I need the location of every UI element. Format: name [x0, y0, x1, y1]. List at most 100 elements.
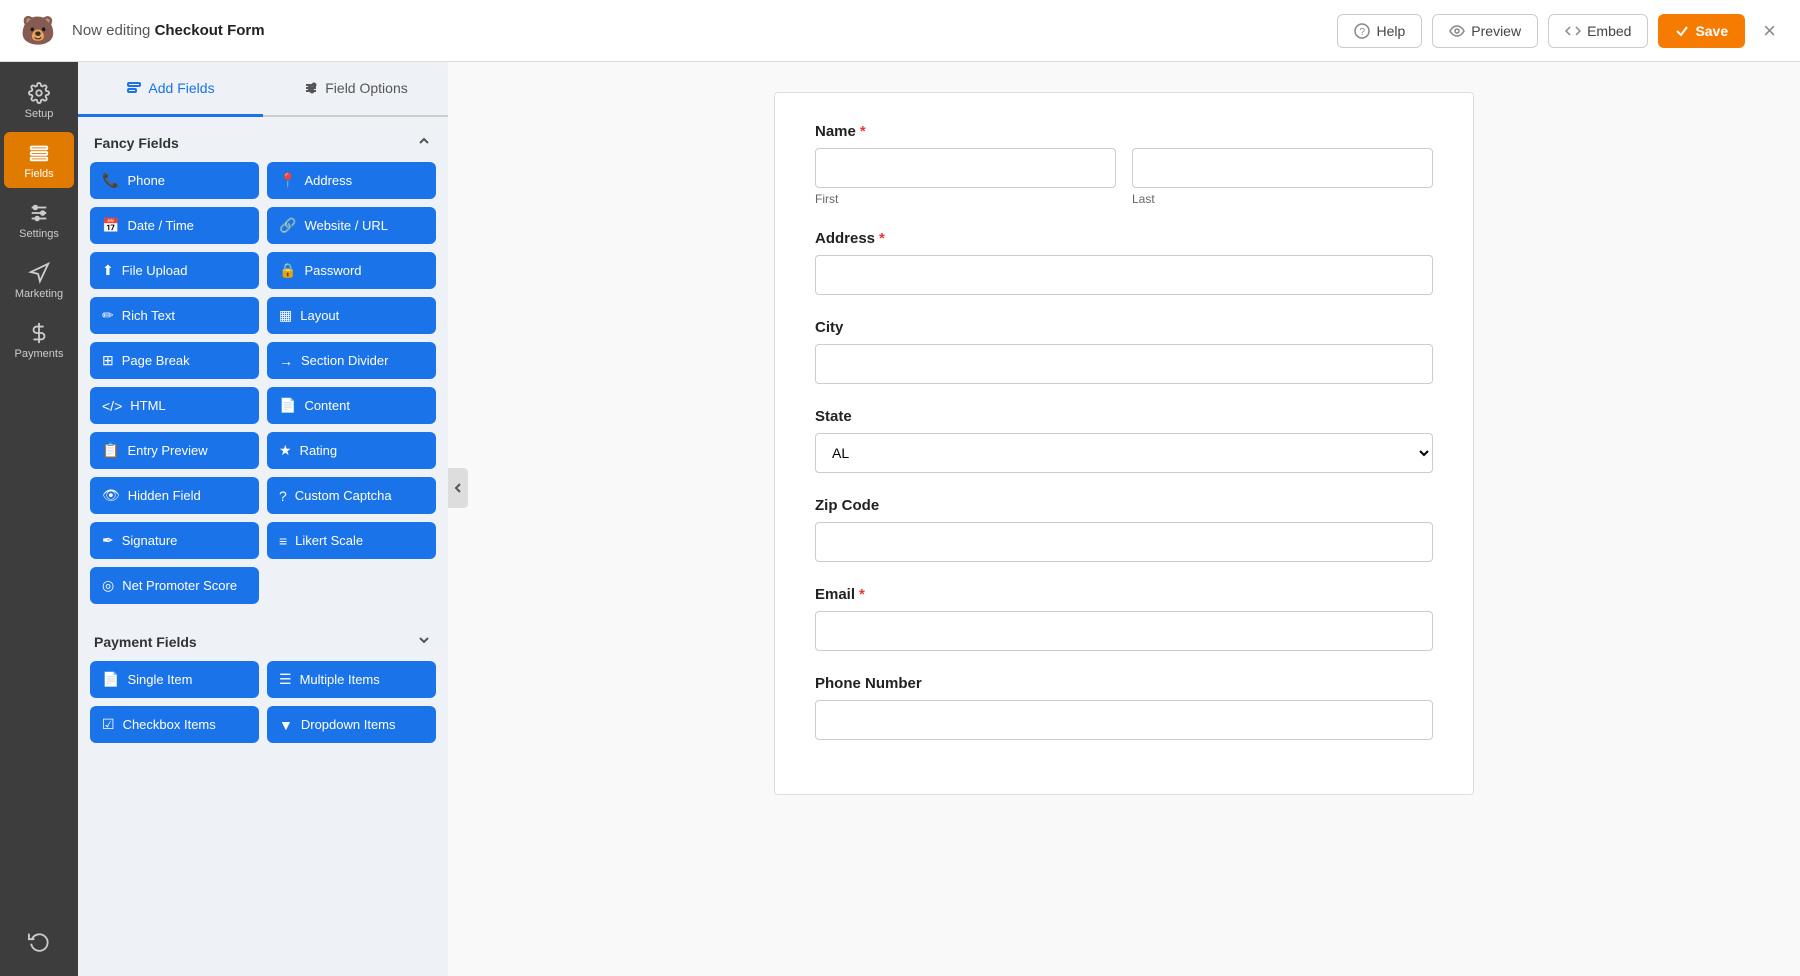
fancy-fields-grid: 📞 Phone 📍 Address 📅 Date / Time 🔗 Websit… [78, 162, 448, 616]
sidebar-item-payments[interactable]: Payments [4, 312, 74, 368]
field-btn-file-upload[interactable]: ⬆ File Upload [90, 252, 259, 289]
field-btn-custom-captcha[interactable]: ? Custom Captcha [267, 477, 436, 514]
field-btn-likert-scale[interactable]: ≡ Likert Scale [267, 522, 436, 559]
layout-btn-label: Layout [300, 308, 339, 323]
sidebar-settings-label: Settings [19, 228, 59, 240]
city-label: City [815, 319, 1433, 336]
form-field-state: State AL AK AZ AR CA CO CT DE FL GA [815, 408, 1433, 473]
payment-fields-header: Payment Fields [78, 616, 448, 661]
website-btn-icon: 🔗 [279, 217, 296, 234]
field-btn-single-item[interactable]: 📄 Single Item [90, 661, 259, 698]
field-btn-datetime[interactable]: 📅 Date / Time [90, 207, 259, 244]
sidebar-item-settings[interactable]: Settings [4, 192, 74, 248]
rating-btn-label: Rating [300, 443, 338, 458]
dollar-icon [28, 322, 50, 344]
form-field-email: Email * [815, 586, 1433, 651]
section-divider-btn-icon: → [279, 353, 293, 369]
phone-input[interactable] [815, 700, 1433, 740]
logo-emoji: 🐻 [21, 14, 56, 47]
phone-btn-label: Phone [127, 173, 165, 188]
field-btn-signature[interactable]: ✒ Signature [90, 522, 259, 559]
sidebar-item-setup[interactable]: Setup [4, 72, 74, 128]
address-input[interactable] [815, 255, 1433, 295]
zip-label: Zip Code [815, 497, 1433, 514]
name-last-input[interactable] [1132, 148, 1433, 188]
field-btn-website[interactable]: 🔗 Website / URL [267, 207, 436, 244]
tab-field-options[interactable]: Field Options [263, 62, 448, 117]
field-btn-net-promoter-score[interactable]: ◎ Net Promoter Score [90, 567, 259, 604]
password-btn-label: Password [304, 263, 361, 278]
payment-fields-label: Payment Fields [94, 634, 197, 650]
field-btn-checkbox-items[interactable]: ☑ Checkbox Items [90, 706, 259, 743]
field-btn-entry-preview[interactable]: 📋 Entry Preview [90, 432, 259, 469]
fancy-fields-collapse[interactable] [416, 133, 432, 152]
name-first-input[interactable] [815, 148, 1116, 188]
help-button[interactable]: ? Help [1337, 14, 1422, 48]
name-last-sublabel: Last [1132, 192, 1433, 206]
chevron-left-icon [452, 482, 464, 494]
payment-fields-collapse[interactable] [416, 632, 432, 651]
address-btn-label: Address [304, 173, 352, 188]
field-btn-html[interactable]: </> HTML [90, 387, 259, 424]
field-btn-rich-text[interactable]: ✏ Rich Text [90, 297, 259, 334]
zip-label-text: Zip Code [815, 497, 879, 514]
html-btn-label: HTML [130, 398, 165, 413]
checkbox-items-btn-icon: ☑ [102, 716, 115, 733]
password-btn-icon: 🔒 [279, 262, 296, 279]
multiple-items-btn-icon: ☰ [279, 671, 292, 688]
svg-text:?: ? [1360, 27, 1366, 38]
add-fields-tab-icon [126, 80, 142, 96]
sidebar-item-marketing[interactable]: Marketing [4, 252, 74, 308]
section-divider-btn-label: Section Divider [301, 353, 388, 368]
save-button[interactable]: Save [1658, 14, 1745, 48]
field-btn-content[interactable]: 📄 Content [267, 387, 436, 424]
city-input[interactable] [815, 344, 1433, 384]
panel-tabs: Add Fields Field Options [78, 62, 448, 117]
field-btn-multiple-items[interactable]: ☰ Multiple Items [267, 661, 436, 698]
datetime-btn-icon: 📅 [102, 217, 119, 234]
payment-fields-section: Payment Fields 📄 Single Item ☰ Multiple … [78, 616, 448, 755]
phone-label: Phone Number [815, 675, 1433, 692]
file-upload-btn-label: File Upload [122, 263, 188, 278]
state-select[interactable]: AL AK AZ AR CA CO CT DE FL GA [815, 433, 1433, 473]
field-btn-hidden-field[interactable]: 👁 Hidden Field [90, 477, 259, 514]
field-btn-page-break[interactable]: ⊞ Page Break [90, 342, 259, 379]
custom-captcha-btn-label: Custom Captcha [295, 488, 392, 503]
field-btn-password[interactable]: 🔒 Password [267, 252, 436, 289]
field-btn-phone[interactable]: 📞 Phone [90, 162, 259, 199]
tab-add-fields[interactable]: Add Fields [78, 62, 263, 117]
form-field-phone: Phone Number [815, 675, 1433, 740]
field-btn-address[interactable]: 📍 Address [267, 162, 436, 199]
embed-button[interactable]: Embed [1548, 14, 1648, 48]
rating-btn-icon: ★ [279, 442, 292, 459]
panel-collapse-toggle[interactable] [448, 468, 468, 508]
html-btn-icon: </> [102, 398, 122, 414]
megaphone-icon [28, 262, 50, 284]
editing-label: Now editing Checkout Form [72, 22, 265, 39]
field-btn-section-divider[interactable]: → Section Divider [267, 342, 436, 379]
preview-button[interactable]: Preview [1432, 14, 1538, 48]
payment-fields-grid: 📄 Single Item ☰ Multiple Items ☑ Checkbo… [78, 661, 448, 755]
email-label-text: Email [815, 586, 855, 603]
undo-button[interactable] [4, 920, 74, 960]
fields-icon [28, 142, 50, 164]
email-input[interactable] [815, 611, 1433, 651]
form-field-name: Name * First Last [815, 123, 1433, 206]
close-button[interactable]: × [1755, 14, 1784, 48]
preview-icon [1449, 23, 1465, 39]
website-btn-label: Website / URL [304, 218, 388, 233]
zip-input[interactable] [815, 522, 1433, 562]
sidebar-fields-label: Fields [24, 168, 53, 180]
signature-btn-label: Signature [122, 533, 178, 548]
dropdown-items-btn-label: Dropdown Items [301, 717, 396, 732]
sidebar-setup-label: Setup [25, 108, 54, 120]
page-break-btn-label: Page Break [122, 353, 190, 368]
gear-icon [28, 82, 50, 104]
field-btn-layout[interactable]: ▦ Layout [267, 297, 436, 334]
field-btn-rating[interactable]: ★ Rating [267, 432, 436, 469]
chevron-down-icon [416, 632, 432, 648]
sidebar-item-fields[interactable]: Fields [4, 132, 74, 188]
field-btn-dropdown-items[interactable]: ▼ Dropdown Items [267, 706, 436, 743]
close-label: × [1763, 18, 1776, 43]
sliders-icon [28, 202, 50, 224]
